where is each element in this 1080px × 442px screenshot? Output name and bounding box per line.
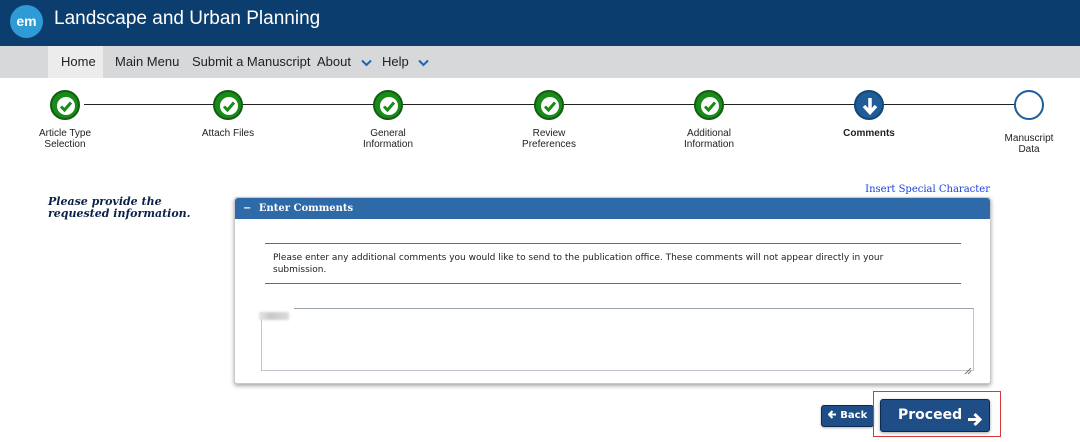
step-5-label: Additional Information (683, 128, 735, 150)
step-4-label: Review Preferences (522, 128, 576, 150)
back-button[interactable]: Back (821, 405, 874, 427)
nav-about[interactable]: About (317, 46, 372, 78)
arrow-right-icon (967, 408, 983, 439)
comments-textarea[interactable] (261, 308, 974, 371)
main-nav: Home Main Menu Submit a Manuscript About… (0, 46, 1080, 78)
step-1-label: Article Type Selection (38, 128, 92, 150)
insert-special-character-link[interactable]: Insert Special Character (840, 184, 990, 195)
nav-home[interactable]: Home (48, 46, 103, 78)
step-3-check-icon[interactable] (373, 90, 403, 120)
nav-submit-manuscript[interactable]: Submit a Manuscript (192, 46, 311, 78)
chevron-down-icon (418, 46, 430, 78)
nav-home-label: Home (61, 54, 96, 69)
step-2-label: Attach Files (201, 128, 255, 139)
chevron-down-icon (360, 46, 372, 78)
comments-description: Please enter any additional comments you… (273, 253, 884, 275)
nav-help-label: Help (382, 54, 409, 69)
nav-main-menu[interactable]: Main Menu (115, 46, 179, 78)
arrow-left-icon (827, 410, 840, 421)
divider-top (265, 243, 961, 244)
step-6-label: Comments (843, 128, 895, 139)
enter-comments-panel: − Enter Comments Please enter any additi… (234, 197, 991, 384)
em-logo[interactable]: em (10, 5, 43, 38)
step-6-arrow-down-icon (854, 90, 884, 120)
nav-submit-manuscript-label: Submit a Manuscript (192, 54, 311, 69)
step-3-label: General Information (362, 128, 414, 150)
step-7-label: Manuscript Data (1004, 133, 1054, 155)
step-5-check-icon[interactable] (694, 90, 724, 120)
resize-grip-icon[interactable] (964, 362, 972, 380)
nav-help[interactable]: Help (382, 46, 430, 78)
nav-about-label: About (317, 54, 351, 69)
panel-title: Enter Comments (258, 203, 354, 214)
divider-bottom (265, 283, 961, 284)
step-4-check-icon[interactable] (534, 90, 564, 120)
step-7-circle-icon (1014, 90, 1044, 120)
collapse-minus-icon[interactable]: − (243, 203, 251, 214)
proceed-button[interactable]: Proceed (880, 399, 990, 432)
back-button-label: Back (840, 410, 868, 421)
nav-main-menu-label: Main Menu (115, 54, 180, 69)
submission-progress: Article Type Selection Attach Files Gene… (0, 78, 1080, 168)
step-1-check-icon[interactable] (50, 90, 80, 120)
journal-title: Landscape and Urban Planning (54, 8, 321, 29)
step-2-check-icon[interactable] (213, 90, 243, 120)
proceed-button-label: Proceed (898, 407, 963, 423)
blurred-label (259, 312, 289, 320)
top-header: em Landscape and Urban Planning (0, 0, 1080, 46)
instruction-text: Please provide the requested information… (48, 195, 191, 220)
panel-header[interactable]: − Enter Comments (235, 198, 990, 219)
